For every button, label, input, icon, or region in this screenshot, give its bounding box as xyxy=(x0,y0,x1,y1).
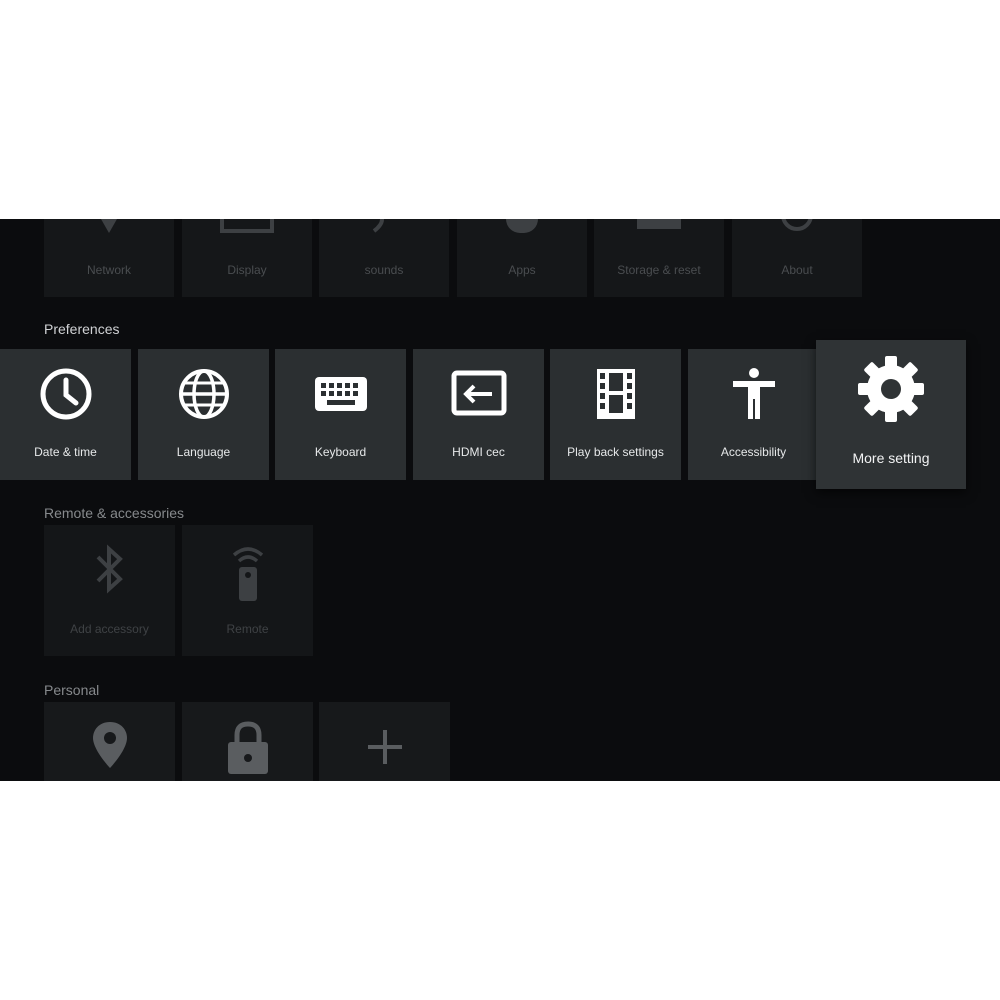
display-icon xyxy=(182,219,312,239)
clock-icon xyxy=(0,367,131,421)
section-preferences: Preferences xyxy=(44,321,120,337)
tile-storage[interactable]: Storage & reset xyxy=(594,219,724,297)
tile-add-account[interactable] xyxy=(319,702,450,781)
tile-add-accessory[interactable]: Add accessory xyxy=(44,525,175,656)
tile-about[interactable]: About xyxy=(732,219,862,297)
hdmi-input-icon xyxy=(413,367,544,421)
tile-hdmi-cec[interactable]: HDMI cec xyxy=(413,349,544,480)
tile-language[interactable]: Language xyxy=(138,349,269,480)
tile-label: HDMI cec xyxy=(452,445,505,459)
tile-display[interactable]: Display xyxy=(182,219,312,297)
tile-label: Apps xyxy=(508,263,536,277)
info-icon xyxy=(732,219,862,239)
location-icon xyxy=(44,720,175,770)
settings-screen: Network Display sounds Apps Storage & re… xyxy=(0,219,1000,781)
network-icon xyxy=(44,219,174,239)
remote-icon xyxy=(182,543,313,603)
film-icon xyxy=(550,367,681,421)
accessibility-icon xyxy=(688,367,819,421)
tile-label: Accessibility xyxy=(720,445,787,459)
tile-label: More setting xyxy=(852,450,930,466)
bluetooth-icon xyxy=(44,543,175,597)
tile-playback[interactable]: Play back settings xyxy=(550,349,681,480)
tile-more-setting[interactable]: More setting xyxy=(816,340,966,489)
tile-accessibility[interactable]: Accessibility xyxy=(688,349,819,480)
section-remote: Remote & accessories xyxy=(44,505,185,521)
plus-icon xyxy=(319,720,450,774)
storage-icon xyxy=(594,219,724,239)
tile-remote[interactable]: Remote xyxy=(182,525,313,656)
tile-sounds[interactable]: sounds xyxy=(319,219,449,297)
tile-label: Display xyxy=(227,263,267,277)
tile-label: sounds xyxy=(364,263,404,277)
tile-label: Add accessory xyxy=(70,622,149,636)
keyboard-icon xyxy=(275,367,406,421)
tile-label: Language xyxy=(176,445,231,459)
tile-label: Network xyxy=(86,263,131,277)
lock-icon xyxy=(182,720,313,776)
tile-location[interactable] xyxy=(44,702,175,781)
tile-label: Keyboard xyxy=(314,445,367,459)
globe-icon xyxy=(138,367,269,421)
tile-date-time[interactable]: Date & time xyxy=(0,349,131,480)
tile-network[interactable]: Network xyxy=(44,219,174,297)
tile-label: Storage & reset xyxy=(617,263,701,277)
apps-icon xyxy=(457,219,587,239)
tile-security[interactable] xyxy=(182,702,313,781)
section-personal: Personal xyxy=(44,682,100,698)
sound-icon xyxy=(319,219,449,239)
tile-apps[interactable]: Apps xyxy=(457,219,587,297)
tile-label: Play back settings xyxy=(567,445,664,459)
gear-icon xyxy=(816,354,966,424)
tile-label: Remote xyxy=(226,622,269,636)
tile-label: About xyxy=(781,263,813,277)
tile-label: Date & time xyxy=(34,445,97,459)
tile-keyboard[interactable]: Keyboard xyxy=(275,349,406,480)
